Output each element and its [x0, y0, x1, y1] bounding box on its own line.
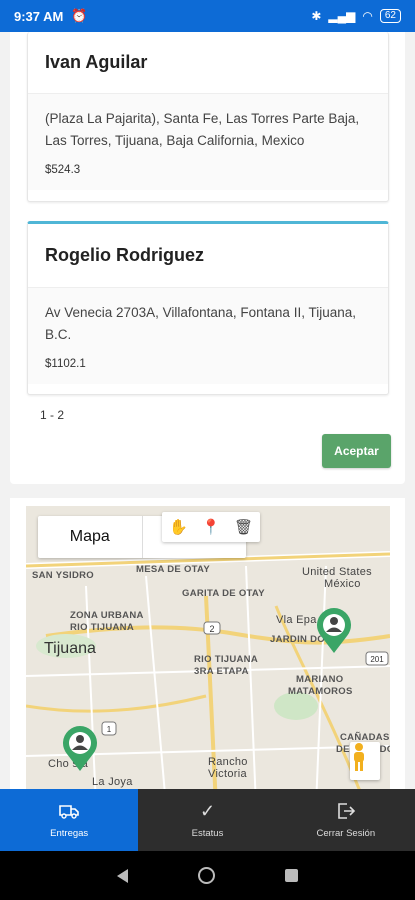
alarm-icon: ⏰	[71, 8, 88, 23]
delivery-amount: $1102.1	[45, 358, 86, 370]
map-label-city: Tijuana	[44, 640, 96, 657]
accept-button[interactable]: Aceptar	[322, 434, 391, 468]
nav-label: Cerrar Sesión	[316, 827, 376, 839]
main-content[interactable]: Ivan Aguilar (Plaza La Pajarita), Santa …	[0, 32, 415, 789]
map-container: 2 201 1 SAN YSIDRO MESA DE OTAY United S…	[10, 498, 405, 789]
hand-icon[interactable]: ✋	[162, 512, 195, 542]
delivery-amount: $524.3	[45, 164, 81, 176]
back-icon[interactable]	[117, 868, 128, 883]
pegman-figure	[354, 743, 364, 771]
map-label: Vla Epa	[276, 614, 317, 626]
customer-name: Rogelio Rodriguez	[45, 245, 204, 265]
map-label: ZONA URBANA	[70, 610, 144, 621]
map-label: MARIANO	[296, 674, 344, 685]
nav-label: Entregas	[50, 827, 89, 839]
map-label: SAN YSIDRO	[32, 570, 94, 581]
map-view[interactable]: 2 201 1 SAN YSIDRO MESA DE OTAY United S…	[26, 506, 390, 789]
wifi-icon: ◠	[362, 9, 373, 23]
route-shield-label: 201	[370, 655, 384, 664]
map-type-map[interactable]: Mapa	[38, 516, 143, 558]
map-label: México	[324, 578, 361, 590]
nav-estatus[interactable]: ✓ Estatus	[138, 789, 276, 851]
map-label: GARITA DE OTAY	[182, 588, 265, 599]
nav-label: Estatus	[191, 827, 224, 839]
card-body: Av Venecia 2703A, Villafontana, Fontana …	[28, 288, 388, 384]
route-shield-label: 2	[209, 624, 214, 634]
check-icon: ✓	[199, 800, 216, 821]
map-label: RIO TIJUANA	[194, 654, 258, 665]
status-icons: ✱ ▂▄▆ ◠ 62	[311, 9, 401, 23]
status-bar: 9:37 AM ⏰ ✱ ▂▄▆ ◠ 62	[0, 0, 415, 32]
pagination-label: 1 - 2	[40, 408, 65, 422]
battery-icon: 62	[379, 9, 401, 23]
delivery-card[interactable]: Ivan Aguilar (Plaza La Pajarita), Santa …	[27, 32, 389, 202]
signal-icon: ▂▄▆	[328, 9, 356, 23]
route-shield-label: 1	[107, 725, 112, 734]
customer-name: Ivan Aguilar	[45, 52, 148, 72]
map-label: MESA DE OTAY	[136, 564, 210, 575]
recents-icon[interactable]	[285, 869, 298, 882]
delivery-card[interactable]: Rogelio Rodriguez Av Venecia 2703A, Vill…	[27, 221, 389, 395]
delivery-address: Av Venecia 2703A, Villafontana, Fontana …	[45, 305, 356, 342]
nav-entregas[interactable]: Entregas	[0, 789, 139, 851]
map-label: MATAMOROS	[288, 686, 353, 697]
map-label: RIO TIJUANA	[70, 622, 134, 633]
pegman-icon[interactable]	[350, 742, 380, 780]
card-body: (Plaza La Pajarita), Santa Fe, Las Torre…	[28, 94, 388, 190]
system-navigation-bar	[0, 851, 415, 900]
delivery-pin-icon[interactable]	[314, 606, 354, 654]
bluetooth-icon: ✱	[311, 9, 322, 23]
map-label: La Joya	[92, 776, 133, 788]
deliveries-panel: Ivan Aguilar (Plaza La Pajarita), Santa …	[10, 32, 405, 484]
nav-cerrar-sesion[interactable]: Cerrar Sesión	[277, 789, 415, 851]
marker-icon[interactable]: 📍	[195, 512, 228, 542]
drawing-tools: ✋ 📍 🗑	[162, 512, 260, 542]
truck-icon	[59, 804, 79, 819]
delivery-pin-icon[interactable]	[60, 724, 100, 772]
bottom-navigation: Entregas ✓ Estatus Cerrar Sesión	[0, 789, 415, 851]
map-label: 3RA ETAPA	[194, 666, 249, 677]
status-time: 9:37 AM	[14, 8, 64, 24]
trash-icon[interactable]: 🗑	[227, 512, 260, 542]
card-header: Ivan Aguilar	[28, 32, 388, 94]
card-header: Rogelio Rodriguez	[28, 224, 388, 288]
map-label: Victoria	[208, 768, 247, 780]
logout-icon	[338, 802, 355, 819]
delivery-address: (Plaza La Pajarita), Santa Fe, Las Torre…	[45, 111, 360, 148]
map-label: Rancho	[208, 756, 248, 768]
home-icon[interactable]	[198, 867, 215, 884]
map-label: United States	[302, 566, 372, 578]
